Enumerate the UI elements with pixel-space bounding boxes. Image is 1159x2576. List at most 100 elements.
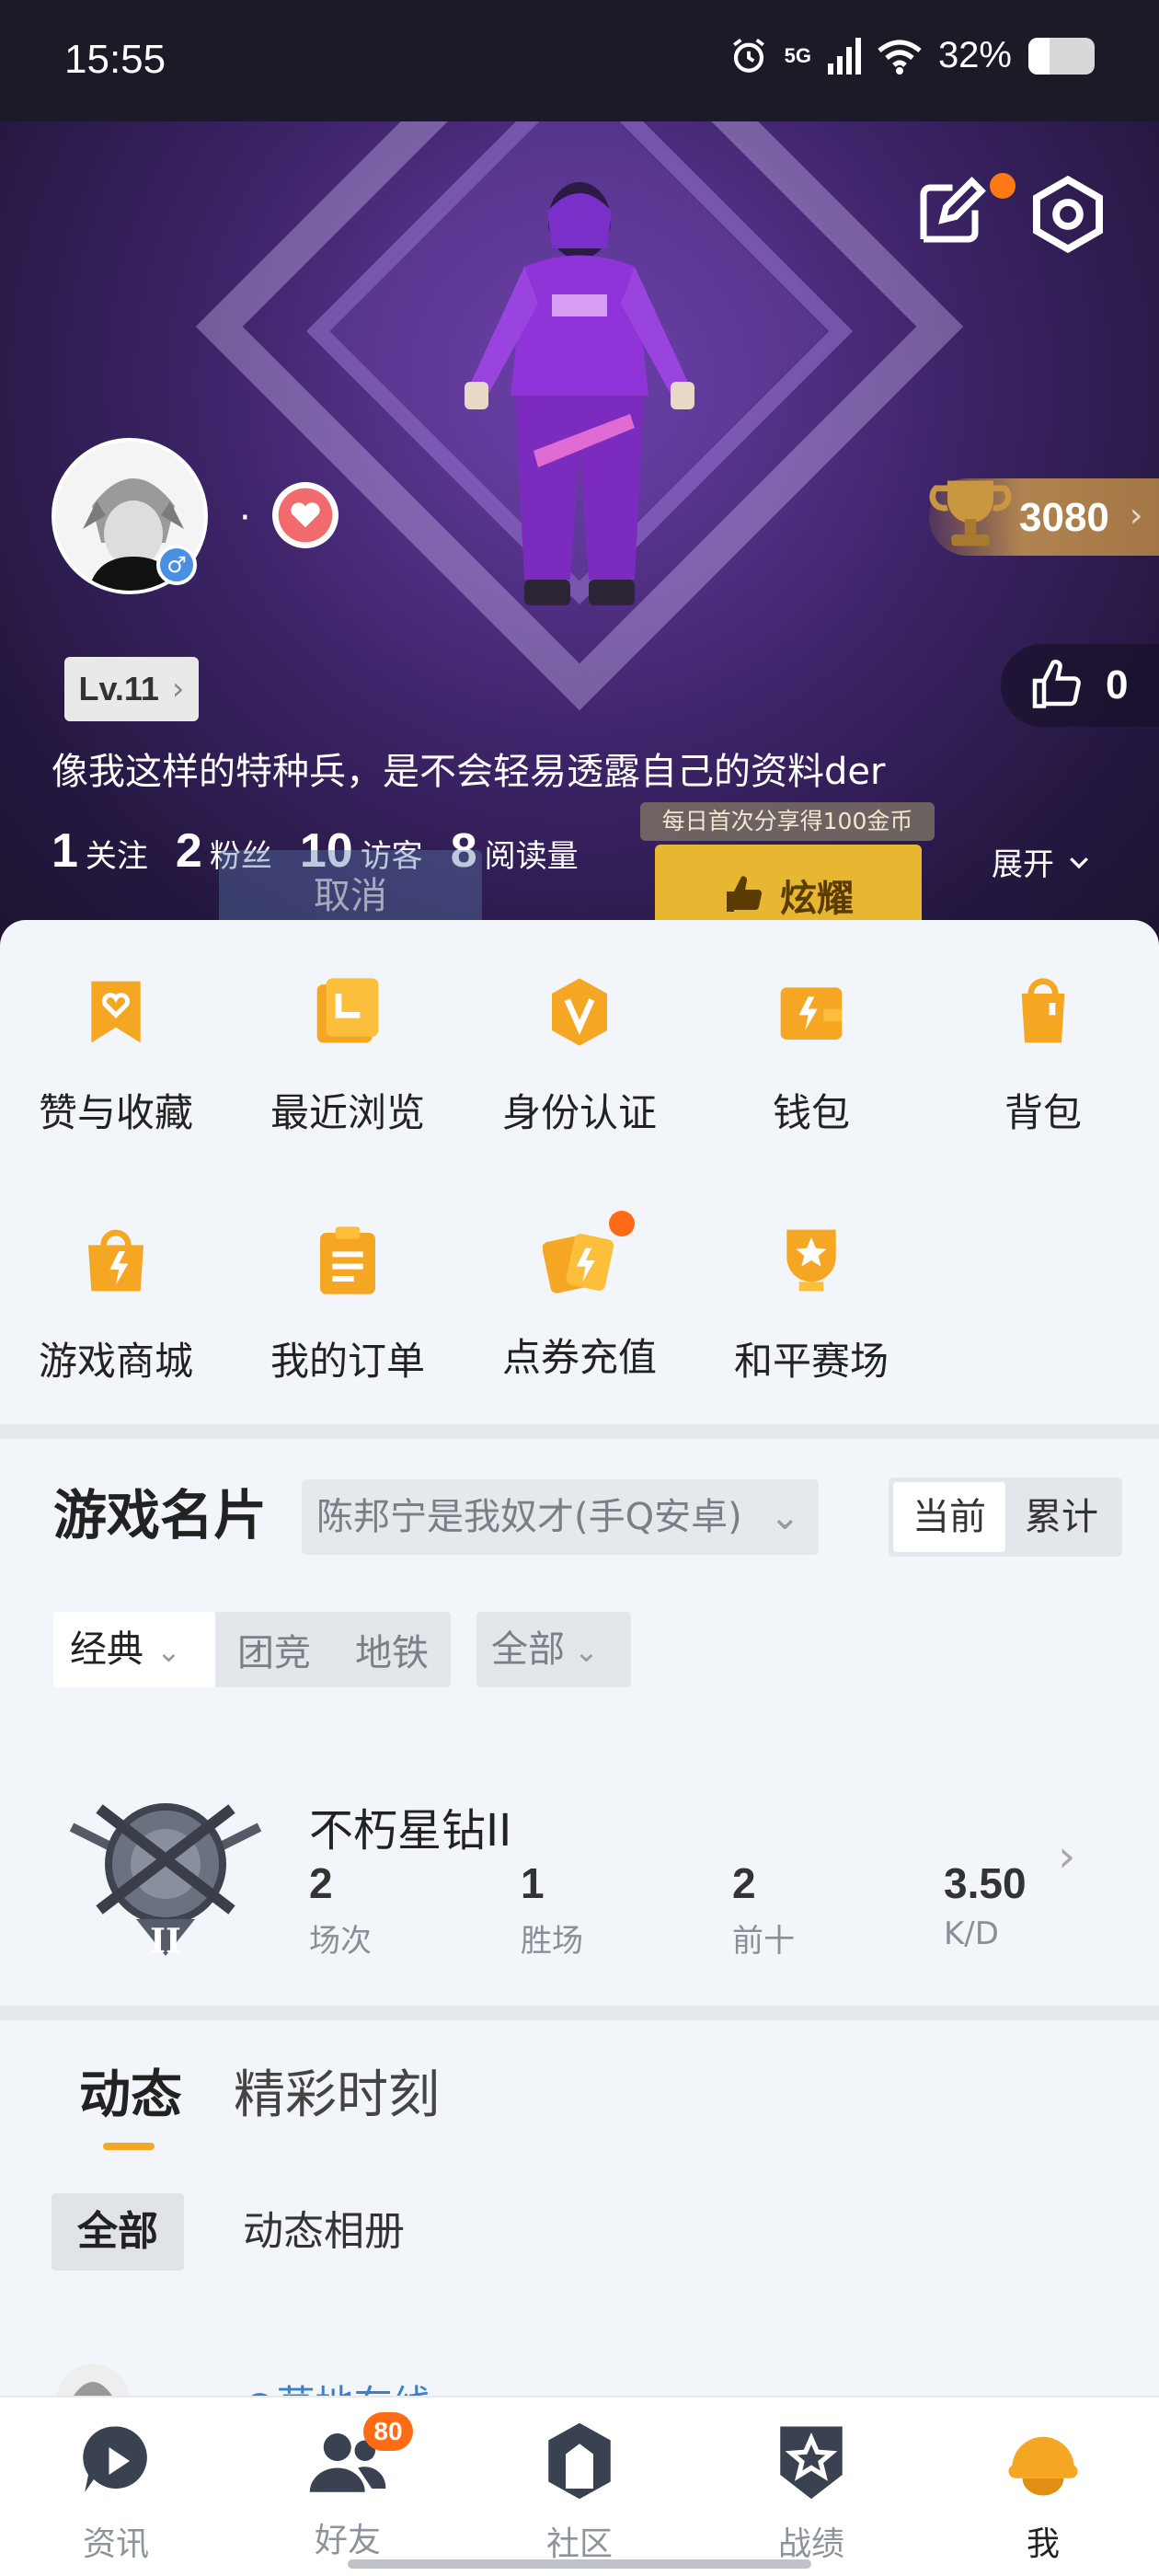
- rank-stat-value: 2: [732, 1859, 756, 1907]
- filter-label: 全部: [491, 1628, 565, 1671]
- rank-stat-matches: 2 场次: [309, 1858, 456, 1961]
- mode-label: 经典: [70, 1628, 143, 1671]
- community-icon: [548, 2422, 611, 2500]
- alarm-icon: [732, 38, 764, 73]
- segment-current[interactable]: 当前: [893, 1482, 1005, 1552]
- nav-community[interactable]: 社区: [464, 2420, 695, 2565]
- battery-percent: 32%: [937, 35, 1012, 75]
- coupon-icon-wrap: [542, 1211, 635, 1297]
- nav-me[interactable]: 我: [927, 2420, 1159, 2565]
- like-button[interactable]: 0: [1001, 644, 1159, 727]
- edit-profile-icon[interactable]: [911, 175, 988, 252]
- rank-name: 不朽星钻II: [309, 1805, 512, 1857]
- mode-tab-metro[interactable]: 地铁: [355, 1623, 429, 1676]
- network-label: 5G: [784, 43, 811, 67]
- heart-button[interactable]: [272, 482, 339, 548]
- level-text: Lv.11: [78, 670, 159, 707]
- battery-icon: [1028, 37, 1095, 75]
- nav-label: 资讯: [82, 2525, 149, 2563]
- stat-following[interactable]: 1 关注: [52, 823, 148, 879]
- stat-value: 1: [52, 824, 78, 878]
- grid-item-likes-favorites[interactable]: 赞与收藏: [0, 975, 232, 1138]
- svg-text:II: II: [150, 1922, 181, 1961]
- chevron-right-icon[interactable]: ›: [1058, 1831, 1075, 1882]
- order-icon: [320, 1226, 375, 1294]
- battery-level: [1028, 37, 1050, 75]
- chevron-down-icon: [1070, 857, 1088, 868]
- sub-tab-all[interactable]: 全部: [52, 2193, 184, 2271]
- grid-item-orders[interactable]: 我的订单: [232, 1224, 464, 1386]
- mode-select[interactable]: 经典 ⌄: [53, 1612, 215, 1687]
- section-divider: [0, 2006, 1159, 2020]
- edit-notify-dot: [990, 173, 1016, 199]
- grid-item-shop[interactable]: 游戏商城: [0, 1224, 232, 1386]
- grid-item-label: 背包: [1004, 1090, 1082, 1135]
- thumbs-up-icon: [1032, 660, 1081, 708]
- chevron-down-icon: ⌄: [769, 1496, 800, 1538]
- status-bar: 15:55 5G 32%: [0, 0, 1159, 121]
- level-badge[interactable]: Lv.11 ›: [64, 657, 199, 721]
- nav-label: 我: [1026, 2525, 1060, 2563]
- period-segmented-control: 当前 累计: [889, 1478, 1122, 1557]
- grid-item-label: 钱包: [772, 1090, 850, 1135]
- stat-label: 阅读量: [484, 838, 579, 875]
- nickname: ·: [239, 497, 251, 539]
- section-divider: [0, 1424, 1159, 1439]
- news-play-icon: [83, 2426, 147, 2492]
- tab-posts[interactable]: 动态: [79, 2053, 182, 2150]
- history-icon: [316, 978, 379, 1043]
- game-card-title: 游戏名片: [53, 1484, 268, 1547]
- rank-stat-label: 前十: [732, 1923, 795, 1960]
- friends-icon-wrap: 80: [306, 2412, 413, 2502]
- expand-button[interactable]: 展开: [992, 839, 1093, 884]
- mode-tab-team[interactable]: 团竞: [237, 1623, 311, 1676]
- chevron-right-icon: ›: [171, 671, 185, 707]
- grid-item-verify[interactable]: 身份认证: [464, 975, 695, 1138]
- settings-icon[interactable]: [1028, 175, 1107, 254]
- nav-friends[interactable]: 80 好友: [232, 2412, 464, 2561]
- rank-stat-value: 1: [521, 1859, 545, 1907]
- nav-news[interactable]: 资讯: [0, 2420, 232, 2565]
- grid-item-label: 游戏商城: [38, 1339, 193, 1384]
- grid-item-label: 点券充值: [501, 1335, 657, 1380]
- trophy-icon: [929, 480, 1012, 546]
- grid-item-label: 我的订单: [270, 1339, 425, 1384]
- grid-item-label: 最近浏览: [270, 1090, 425, 1135]
- show-off-label: 炫耀: [780, 878, 854, 920]
- signal-icon: [827, 37, 861, 75]
- chevron-down-icon: ⌄: [574, 1634, 599, 1669]
- nav-label: 战绩: [777, 2525, 844, 2563]
- rank-stat-wins: 1 胜场: [521, 1858, 668, 1961]
- grid-item-wallet[interactable]: 钱包: [695, 975, 927, 1138]
- sub-tab-album[interactable]: 动态相册: [217, 2193, 430, 2271]
- stat-value: 2: [175, 824, 202, 878]
- segment-total[interactable]: 累计: [1005, 1482, 1118, 1552]
- nav-label: 好友: [314, 2522, 381, 2559]
- grid-item-label: 和平赛场: [733, 1339, 889, 1384]
- bottom-nav: 资讯 80 好友 社区 战绩 我: [0, 2396, 1159, 2576]
- rank-stat-label: K/D: [944, 1915, 999, 1952]
- nav-label: 社区: [545, 2525, 613, 2563]
- tab-highlights[interactable]: 精彩时刻: [234, 2053, 440, 2128]
- grid-item-arena[interactable]: 和平赛场: [695, 1224, 927, 1386]
- nav-records[interactable]: 战绩: [695, 2420, 927, 2565]
- account-name: 陈邦宁是我奴才(手Q安卓): [316, 1496, 742, 1538]
- trophy-cup-icon: [786, 1229, 836, 1292]
- grid-item-topup[interactable]: 点券充值: [464, 1211, 695, 1383]
- status-time: 15:55: [64, 37, 166, 82]
- grid-item-recent[interactable]: 最近浏览: [232, 975, 464, 1138]
- grid-item-label: 身份认证: [501, 1090, 657, 1135]
- account-select[interactable]: 陈邦宁是我奴才(手Q安卓) ⌄: [302, 1479, 819, 1555]
- filter-select[interactable]: 全部 ⌄: [476, 1612, 631, 1687]
- character-outfit-image: [465, 182, 694, 605]
- share-tip: 每日首次分享得100金币: [640, 802, 935, 841]
- helmet-icon: [1008, 2436, 1078, 2496]
- grid-item-backpack[interactable]: 背包: [927, 975, 1159, 1138]
- like-count: 0: [1106, 662, 1129, 707]
- home-indicator[interactable]: [348, 2559, 811, 2569]
- status-icons: 5G 32%: [729, 35, 1095, 76]
- stat-label: 关注: [85, 838, 148, 875]
- record-badge-icon: [780, 2426, 843, 2500]
- trophy-score: 3080: [1019, 495, 1109, 540]
- wifi-icon: [878, 39, 922, 75]
